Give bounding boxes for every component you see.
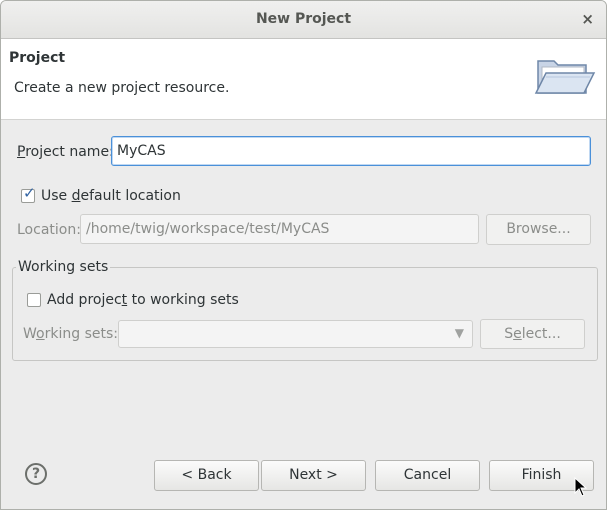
new-project-dialog: New Project × Project Create a new proje… — [0, 0, 607, 510]
window-title: New Project — [255, 11, 352, 27]
location-input[interactable]: /home/twig/workspace/test/MyCAS — [80, 214, 479, 244]
label-text: efault location — [80, 188, 181, 204]
label-text: S — [504, 326, 514, 342]
mnemonic: P — [17, 144, 26, 160]
wizard-banner: Project Create a new project resource. — [1, 39, 606, 120]
project-name-label: Project name: — [17, 144, 114, 160]
working-sets-label: Working sets: — [23, 326, 118, 342]
banner-description: Create a new project resource. — [14, 80, 230, 96]
chevron-down-icon: ▼ — [454, 326, 464, 340]
label-text: lect... — [521, 326, 561, 342]
next-button[interactable]: Next > — [261, 460, 366, 491]
back-button[interactable]: < Back — [154, 460, 259, 491]
label-text: Add projec — [47, 292, 122, 308]
select-button[interactable]: Select... — [480, 319, 585, 349]
use-default-location-label[interactable]: Use default location — [41, 188, 181, 204]
label-text: W — [23, 326, 37, 342]
mnemonic: e — [513, 326, 522, 342]
check-icon: ✓ — [23, 184, 36, 202]
mnemonic: o — [36, 326, 45, 342]
working-sets-combo[interactable]: ▼ — [118, 320, 473, 348]
location-label: Location: — [17, 222, 81, 238]
use-default-location-checkbox[interactable]: ✓ — [21, 184, 36, 203]
label-text: roject name: — [25, 144, 114, 160]
mnemonic: d — [71, 188, 81, 204]
label-text: rking sets: — [44, 326, 118, 342]
help-icon[interactable]: ? — [25, 463, 47, 485]
browse-button[interactable]: Browse... — [486, 214, 591, 245]
title-bar[interactable]: New Project × — [1, 1, 606, 39]
working-sets-group-title: Working sets — [16, 259, 111, 275]
project-name-input[interactable]: MyCAS — [111, 136, 591, 166]
add-to-working-sets-label[interactable]: Add project to working sets — [47, 292, 239, 308]
label-text: to working sets — [127, 292, 239, 308]
mouse-pointer-icon — [574, 477, 588, 497]
close-icon[interactable]: × — [581, 10, 594, 28]
label-text: Use — [41, 188, 72, 204]
folder-icon — [534, 60, 596, 94]
add-to-working-sets-checkbox[interactable] — [27, 293, 41, 307]
banner-title: Project — [9, 50, 66, 66]
cancel-button[interactable]: Cancel — [375, 460, 480, 491]
